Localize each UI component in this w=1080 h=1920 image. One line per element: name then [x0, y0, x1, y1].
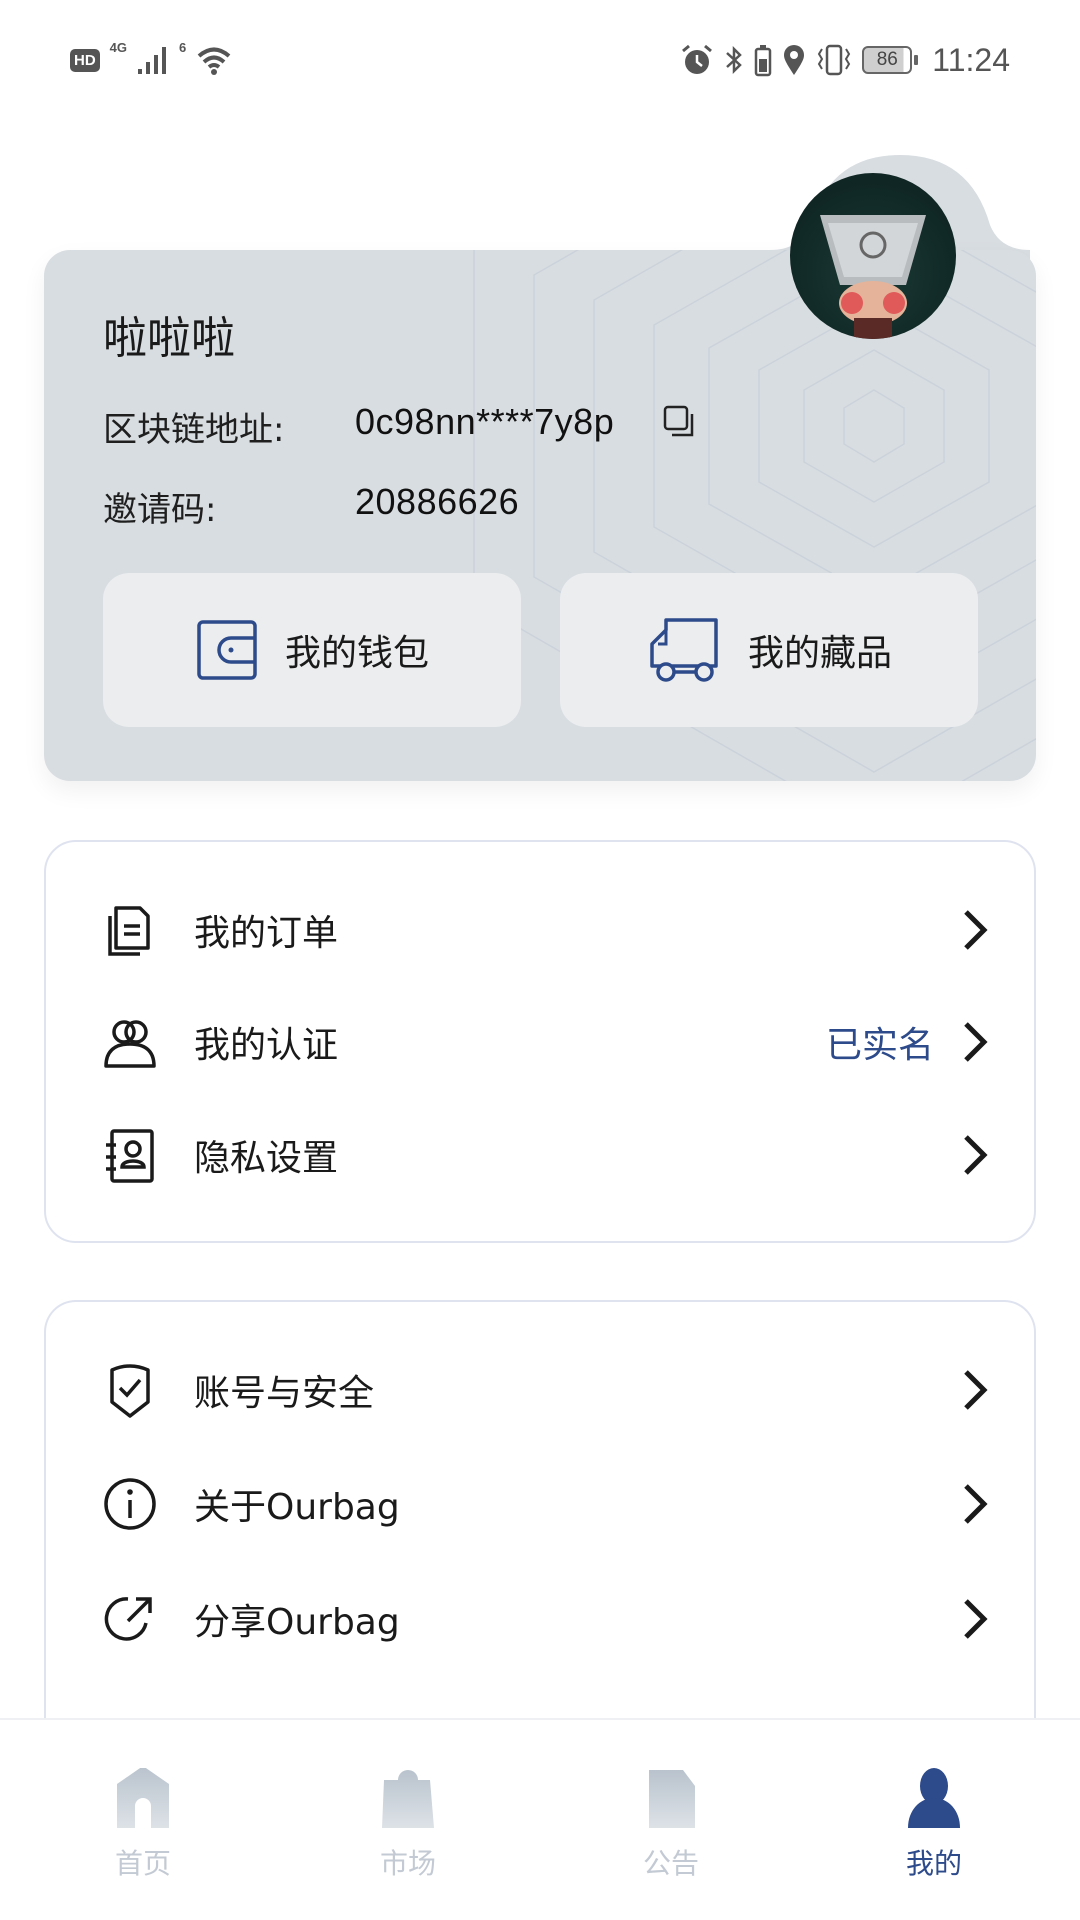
- status-left: HD 4G 6: [70, 40, 232, 80]
- my-collection-button[interactable]: 我的藏品: [560, 573, 978, 727]
- vibrate-icon: [818, 44, 851, 76]
- invite-label: 邀请码:: [103, 490, 217, 530]
- menu-group-1: 我的订单 我的认证 已实名 隐私设置: [44, 840, 1036, 1243]
- status-bar: HD 4G 6 86 11:24: [0, 0, 1080, 120]
- nav-tab-market[interactable]: 市场: [328, 1720, 488, 1920]
- contact-book-icon: [106, 1129, 154, 1183]
- location-icon: [784, 45, 805, 75]
- chevron-right-icon: [964, 1022, 988, 1062]
- menu-item-about[interactable]: 关于Ourbag: [46, 1454, 1034, 1554]
- menu-item-label: 关于Ourbag: [194, 1487, 400, 1528]
- my-collection-label: 我的藏品: [747, 633, 892, 674]
- address-value: 0c98nn****7y8p: [355, 401, 615, 442]
- verified-status: 已实名: [825, 1025, 934, 1066]
- menu-item-label: 我的认证: [194, 1025, 339, 1066]
- wifi-badge: 6: [179, 40, 187, 55]
- bottom-nav: 首页 市场 公告 我的: [0, 1718, 1080, 1920]
- network-type: 4G: [109, 40, 128, 55]
- menu-item-my-orders[interactable]: 我的订单: [46, 880, 1034, 980]
- notice-icon: [649, 1770, 695, 1828]
- chevron-right-icon: [964, 910, 988, 950]
- wallet-icon: [197, 620, 257, 680]
- users-icon: [104, 1020, 156, 1068]
- menu-item-my-certification[interactable]: 我的认证 已实名: [46, 992, 1034, 1092]
- chevron-right-icon: [964, 1135, 988, 1175]
- battery-level: 86: [876, 49, 898, 70]
- chevron-right-icon: [964, 1599, 988, 1639]
- menu-item-label: 账号与安全: [194, 1373, 375, 1414]
- bluetooth-icon: [726, 45, 743, 75]
- document-icon: [108, 906, 150, 956]
- nav-label: 市场: [379, 1847, 436, 1880]
- shield-check-icon: [110, 1364, 150, 1418]
- alarm-icon: [682, 44, 713, 74]
- chevron-right-icon: [964, 1370, 988, 1410]
- nav-label: 我的: [905, 1847, 962, 1880]
- menu-item-share[interactable]: 分享Ourbag: [46, 1569, 1034, 1669]
- truck-icon: [650, 618, 718, 682]
- status-time: 11:24: [932, 41, 1010, 78]
- avatar-image: [820, 215, 926, 339]
- status-right: 86 11:24: [680, 40, 1010, 80]
- home-icon: [117, 1768, 169, 1828]
- battery-saver-icon: [755, 45, 772, 77]
- info-icon: [104, 1478, 156, 1530]
- user-name: 啦啦啦: [103, 313, 235, 364]
- address-label: 区块链地址:: [103, 410, 285, 450]
- avatar[interactable]: [790, 173, 956, 339]
- profile-icon: [908, 1768, 960, 1828]
- chevron-right-icon: [964, 1484, 988, 1524]
- hd-icon: HD: [70, 48, 100, 72]
- signal-icon: [138, 47, 167, 74]
- menu-item-label: 我的订单: [194, 913, 339, 954]
- my-wallet-button[interactable]: 我的钱包: [103, 573, 521, 727]
- menu-item-label: 隐私设置: [194, 1138, 339, 1179]
- nav-tab-mine[interactable]: 我的: [854, 1720, 1014, 1920]
- nav-tab-home[interactable]: 首页: [63, 1720, 223, 1920]
- share-icon: [104, 1597, 152, 1641]
- menu-item-account-security[interactable]: 账号与安全: [46, 1340, 1034, 1440]
- menu-item-label: 分享Ourbag: [194, 1602, 400, 1643]
- nav-tab-notice[interactable]: 公告: [591, 1720, 751, 1920]
- nav-label: 公告: [642, 1847, 699, 1880]
- market-bag-icon: [382, 1770, 434, 1828]
- wifi-icon: [197, 47, 231, 75]
- invite-value: 20886626: [355, 481, 520, 522]
- my-wallet-label: 我的钱包: [284, 633, 429, 674]
- copy-icon[interactable]: [662, 404, 698, 440]
- battery-icon: 86: [862, 46, 919, 74]
- nav-label: 首页: [114, 1847, 171, 1880]
- menu-item-privacy-settings[interactable]: 隐私设置: [46, 1105, 1034, 1205]
